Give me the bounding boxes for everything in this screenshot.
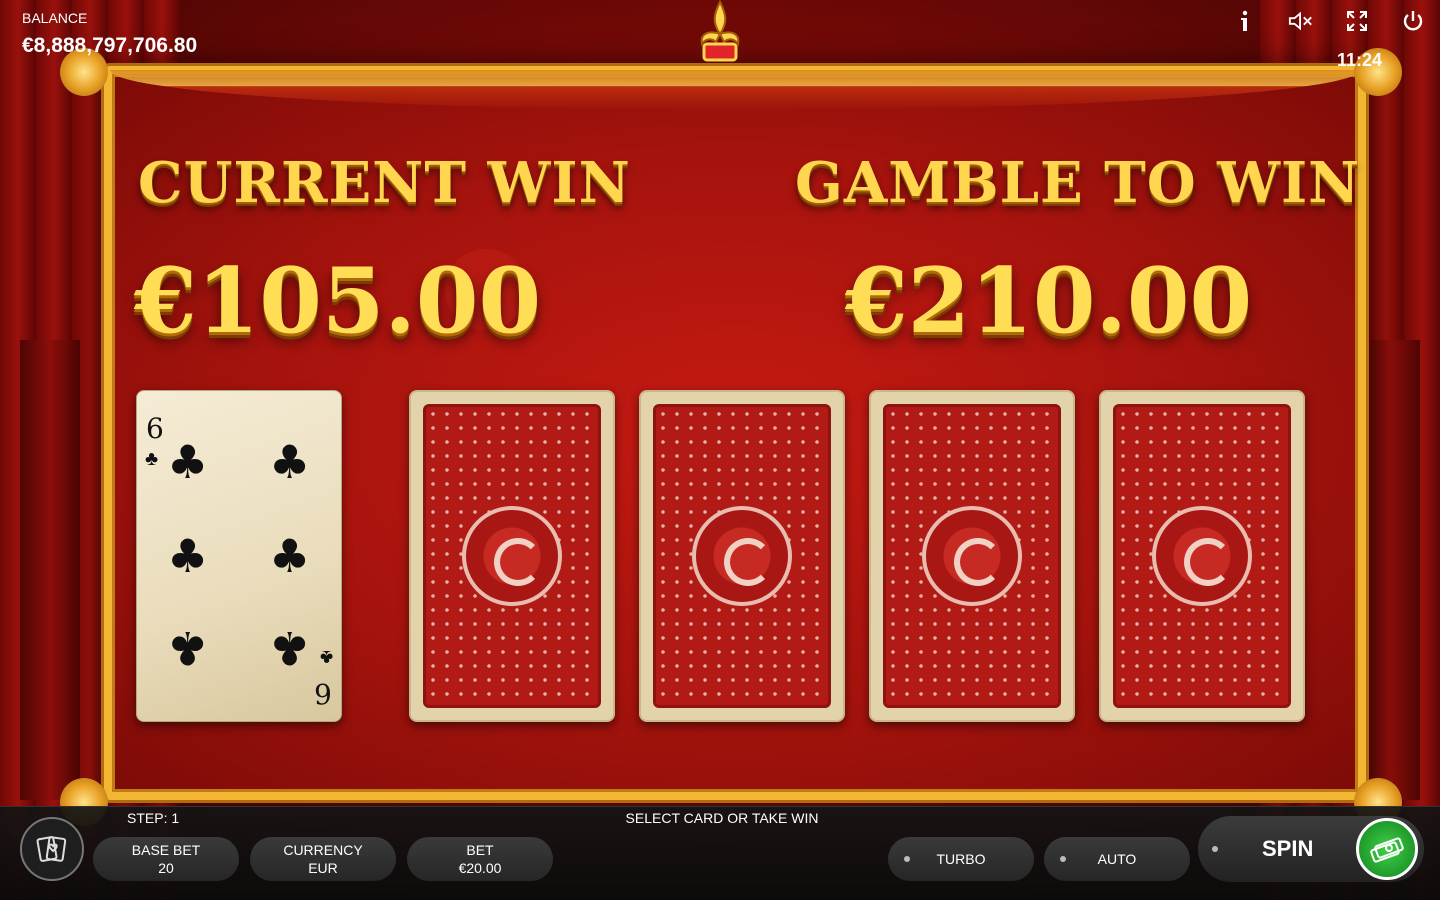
pick-card-1[interactable] [409, 390, 615, 722]
top-toolbar [1232, 8, 1426, 34]
card-back-emblem-icon [462, 506, 562, 606]
base-bet-value: 20 [158, 860, 174, 876]
pillar-left [20, 340, 80, 800]
pillar-right [1360, 340, 1420, 800]
current-win-amount: €105.00 [134, 248, 542, 354]
card-back-pattern [883, 404, 1061, 708]
currency-button[interactable]: CURRENCY EUR [250, 837, 396, 881]
card-rank: 6 [314, 677, 332, 710]
current-win-label: CURRENT WIN [138, 150, 631, 216]
toggle-indicator [1212, 846, 1218, 852]
gamble-to-win-amount: €210.00 [845, 248, 1253, 354]
mute-icon[interactable] [1288, 8, 1314, 34]
fleur-de-lis-icon [700, 0, 740, 62]
gamble-cards-button[interactable] [20, 817, 84, 881]
currency-label: CURRENCY [283, 842, 363, 858]
balance-value: €8,888,797,706.80 [22, 34, 198, 57]
cards-icon [36, 836, 67, 862]
card-back-emblem-icon [692, 506, 792, 606]
club-icon: ♣ [269, 621, 311, 675]
base-bet-button[interactable]: BASE BET 20 [93, 837, 239, 881]
card-back-emblem-icon [1152, 506, 1252, 606]
pick-card-4[interactable] [1099, 390, 1305, 722]
pick-card-2[interactable] [639, 390, 845, 722]
club-icon: ♣ [269, 529, 311, 583]
card-back-pattern [1113, 404, 1291, 708]
card-rank: 6 [146, 412, 164, 445]
info-icon[interactable] [1232, 8, 1258, 34]
gamble-to-win-label: GAMBLE TO WIN [795, 150, 1361, 216]
turbo-toggle[interactable]: TURBO [888, 837, 1034, 881]
club-icon: ♣ [269, 435, 311, 489]
power-icon[interactable] [1400, 8, 1426, 34]
bet-value: €20.00 [458, 860, 502, 876]
card-back-pattern [423, 404, 601, 708]
club-icon: ♣ [167, 435, 209, 489]
bet-button[interactable]: BET €20.00 [407, 837, 553, 881]
clock: 11:24 [1336, 50, 1382, 70]
club-icon: ♣ [319, 646, 333, 668]
club-icon: ♣ [167, 529, 209, 583]
card-back-emblem-icon [922, 506, 1022, 606]
pick-card-3[interactable] [869, 390, 1075, 722]
currency-value: EUR [308, 860, 338, 876]
club-icon: ♣ [145, 448, 159, 470]
base-bet-label: BASE BET [131, 842, 201, 858]
auto-toggle[interactable]: AUTO [1044, 837, 1190, 881]
spin-label: SPIN [1262, 836, 1314, 861]
bet-label: BET [466, 842, 494, 858]
fullscreen-icon[interactable] [1344, 8, 1370, 34]
club-icon: ♣ [167, 621, 209, 675]
toggle-indicator [1060, 856, 1066, 862]
dealer-card: 6 ♣ 6 ♣ ♣ ♣ ♣ ♣ ♣ ♣ [136, 390, 342, 722]
balance-label: BALANCE [22, 10, 88, 26]
toggle-indicator [904, 856, 910, 862]
card-back-pattern [653, 404, 831, 708]
collect-cash-icon[interactable] [1356, 818, 1418, 880]
